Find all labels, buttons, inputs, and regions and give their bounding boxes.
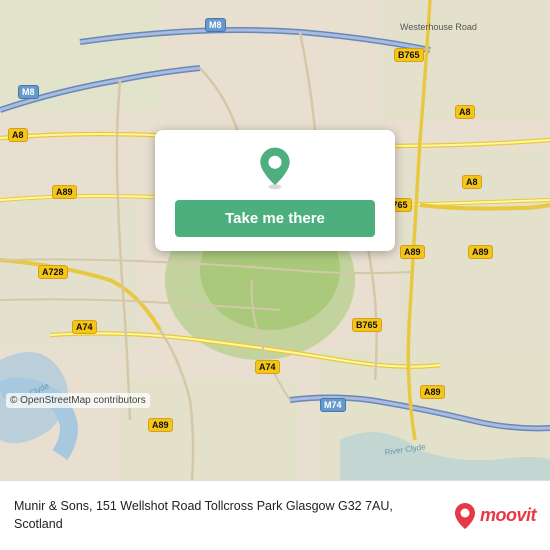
road-badge-m8-top: M8 — [205, 18, 226, 32]
road-badge-a8-left: A8 — [8, 128, 28, 142]
road-badge-a8-right-top: A8 — [455, 105, 475, 119]
moovit-pin-icon — [454, 502, 476, 530]
road-badge-a89-bot: A89 — [148, 418, 173, 432]
road-badge-a74-left: A74 — [72, 320, 97, 334]
info-bar: Munir & Sons, 151 Wellshot Road Tollcros… — [0, 480, 550, 550]
take-me-there-button[interactable]: Take me there — [175, 200, 375, 237]
road-badge-b765-top: B765 — [394, 48, 424, 62]
road-badge-m8-left: M8 — [18, 85, 39, 99]
road-badge-a89-bot2: A89 — [420, 385, 445, 399]
svg-text:Westerhouse Road: Westerhouse Road — [400, 22, 477, 32]
road-badge-b765-bot: B765 — [352, 318, 382, 332]
callout-card: Take me there — [155, 130, 395, 251]
road-badge-a728: A728 — [38, 265, 68, 279]
road-badge-m74: M74 — [320, 398, 346, 412]
road-badge-a8-right-mid: A8 — [462, 175, 482, 189]
moovit-label: moovit — [480, 505, 536, 526]
road-badge-a89-right: A89 — [400, 245, 425, 259]
moovit-logo: moovit — [454, 502, 536, 530]
road-badge-a89-right2: A89 — [468, 245, 493, 259]
map-container: Westerhouse Road River Clyde River Clyde… — [0, 0, 550, 480]
location-pin-icon — [253, 146, 297, 190]
road-badge-a74-mid: A74 — [255, 360, 280, 374]
address-text: Munir & Sons, 151 Wellshot Road Tollcros… — [14, 498, 444, 533]
map-attribution: © OpenStreetMap contributors — [6, 393, 150, 408]
road-badge-a89-left: A89 — [52, 185, 77, 199]
